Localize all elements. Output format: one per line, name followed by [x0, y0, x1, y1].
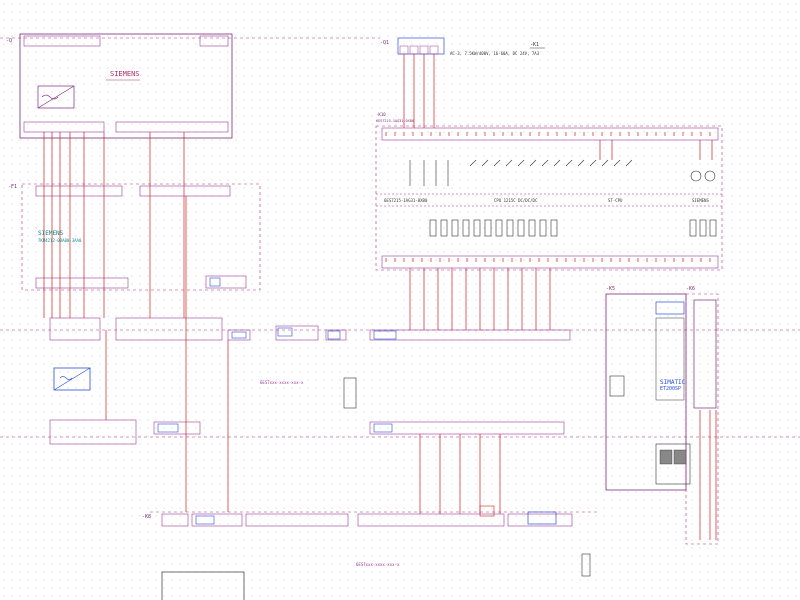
- f1-tag: -F1: [8, 184, 17, 190]
- plc-header-2: CPU 1215C DC/DC/DC: [494, 198, 538, 203]
- grid-dots: [0, 0, 800, 600]
- bus-label-2: 6ES7xxx-xxxx-xxx-x: [356, 562, 400, 567]
- breaker-k1-tag: -K1: [530, 42, 539, 48]
- q-logo: SIEMENS: [110, 70, 140, 78]
- k5-tag: -K5: [606, 286, 615, 292]
- simatic-model: ET200SP: [660, 386, 681, 392]
- q-device-tag: -Q: [6, 38, 12, 44]
- plc-header-3: ST-CPU: [608, 198, 623, 203]
- bus-label-1: 6ES7xxx-xxxx-xxx-x: [260, 380, 304, 385]
- plc-part-number: 6ES7215-1AG31-0XB0: [376, 119, 414, 123]
- k6-tag: -K6: [686, 286, 695, 292]
- breaker-spec: AC-3, 7.5KW/400V, 16-60A, DC 24V, 7A3: [450, 51, 540, 56]
- k8-tag: -K8: [142, 514, 151, 520]
- breaker-q1-tag: -Q1: [380, 40, 389, 46]
- plc-header-1: 6ES7215-1AG31-0XB0: [384, 198, 428, 203]
- plc-header-4: SIEMENS: [692, 198, 709, 203]
- schematic-canvas: -Q SIEMENS -Q1 AC-3, 7.5KW/400V, 16-60A,…: [0, 0, 800, 600]
- plc-tag: -K10: [376, 112, 386, 117]
- simatic-label: SIMATIC: [660, 379, 686, 386]
